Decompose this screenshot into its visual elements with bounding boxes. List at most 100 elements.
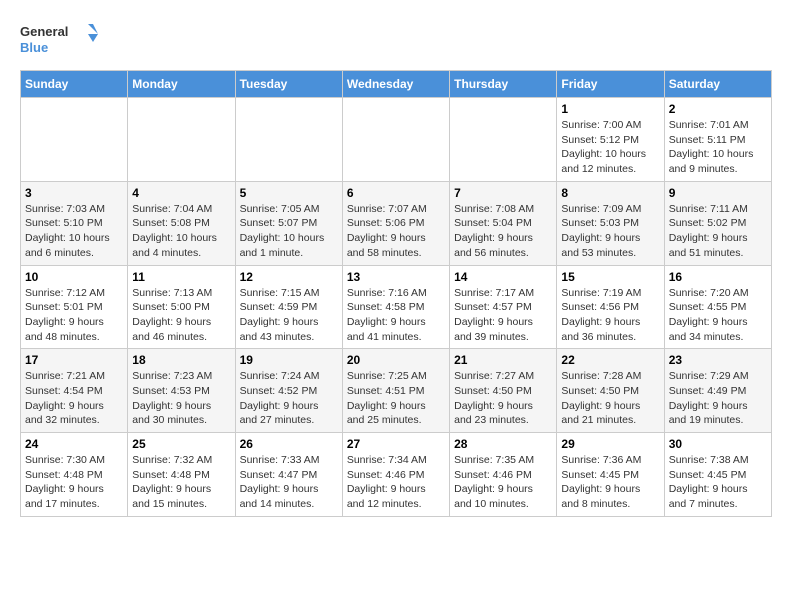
calendar-week-1: 1 Sunrise: 7:00 AM Sunset: 5:12 PM Daylig… (21, 98, 772, 182)
calendar-cell (342, 98, 449, 182)
page-header: General Blue (20, 20, 772, 60)
calendar-table: SundayMondayTuesdayWednesdayThursdayFrid… (20, 70, 772, 517)
calendar-week-2: 3 Sunrise: 7:03 AM Sunset: 5:10 PM Daylig… (21, 181, 772, 265)
calendar-cell: 18 Sunrise: 7:23 AM Sunset: 4:53 PM Dayli… (128, 349, 235, 433)
calendar-cell: 6 Sunrise: 7:07 AM Sunset: 5:06 PM Daylig… (342, 181, 449, 265)
day-number: 24 (25, 437, 123, 451)
day-number: 27 (347, 437, 445, 451)
calendar-cell: 28 Sunrise: 7:35 AM Sunset: 4:46 PM Dayli… (450, 433, 557, 517)
day-info: Sunrise: 7:20 AM Sunset: 4:55 PM Dayligh… (669, 286, 767, 345)
calendar-week-4: 17 Sunrise: 7:21 AM Sunset: 4:54 PM Dayli… (21, 349, 772, 433)
day-info: Sunrise: 7:07 AM Sunset: 5:06 PM Dayligh… (347, 202, 445, 261)
calendar-col-saturday: Saturday (664, 71, 771, 98)
logo-svg: General Blue (20, 20, 100, 60)
calendar-week-3: 10 Sunrise: 7:12 AM Sunset: 5:01 PM Dayli… (21, 265, 772, 349)
calendar-col-tuesday: Tuesday (235, 71, 342, 98)
day-number: 6 (347, 186, 445, 200)
day-info: Sunrise: 7:17 AM Sunset: 4:57 PM Dayligh… (454, 286, 552, 345)
calendar-cell: 29 Sunrise: 7:36 AM Sunset: 4:45 PM Dayli… (557, 433, 664, 517)
svg-text:Blue: Blue (20, 40, 48, 55)
day-number: 12 (240, 270, 338, 284)
calendar-cell: 19Sunrise: 7:24 AM Sunset: 4:52 PM Dayli… (235, 349, 342, 433)
day-info: Sunrise: 7:09 AM Sunset: 5:03 PM Dayligh… (561, 202, 659, 261)
calendar-cell: 9 Sunrise: 7:11 AM Sunset: 5:02 PM Daylig… (664, 181, 771, 265)
calendar-cell: 20 Sunrise: 7:25 AM Sunset: 4:51 PM Dayli… (342, 349, 449, 433)
day-number: 28 (454, 437, 552, 451)
calendar-cell (450, 98, 557, 182)
day-number: 26 (240, 437, 338, 451)
calendar-cell: 15 Sunrise: 7:19 AM Sunset: 4:56 PM Dayli… (557, 265, 664, 349)
calendar-cell: 13Sunrise: 7:16 AM Sunset: 4:58 PM Dayli… (342, 265, 449, 349)
day-number: 21 (454, 353, 552, 367)
day-info: Sunrise: 7:13 AM Sunset: 5:00 PM Dayligh… (132, 286, 230, 345)
calendar-cell: 26Sunrise: 7:33 AM Sunset: 4:47 PM Dayli… (235, 433, 342, 517)
day-number: 1 (561, 102, 659, 116)
day-info: Sunrise: 7:23 AM Sunset: 4:53 PM Dayligh… (132, 369, 230, 428)
day-number: 14 (454, 270, 552, 284)
calendar-cell (235, 98, 342, 182)
day-info: Sunrise: 7:21 AM Sunset: 4:54 PM Dayligh… (25, 369, 123, 428)
day-info: Sunrise: 7:25 AM Sunset: 4:51 PM Dayligh… (347, 369, 445, 428)
day-info: Sunrise: 7:28 AM Sunset: 4:50 PM Dayligh… (561, 369, 659, 428)
calendar-col-sunday: Sunday (21, 71, 128, 98)
calendar-cell: 23 Sunrise: 7:29 AM Sunset: 4:49 PM Dayli… (664, 349, 771, 433)
day-number: 29 (561, 437, 659, 451)
calendar-cell: 4 Sunrise: 7:04 AM Sunset: 5:08 PM Daylig… (128, 181, 235, 265)
day-number: 4 (132, 186, 230, 200)
calendar-cell: 16Sunrise: 7:20 AM Sunset: 4:55 PM Dayli… (664, 265, 771, 349)
calendar-col-thursday: Thursday (450, 71, 557, 98)
day-info: Sunrise: 7:34 AM Sunset: 4:46 PM Dayligh… (347, 453, 445, 512)
day-number: 7 (454, 186, 552, 200)
day-info: Sunrise: 7:27 AM Sunset: 4:50 PM Dayligh… (454, 369, 552, 428)
calendar-col-friday: Friday (557, 71, 664, 98)
day-number: 8 (561, 186, 659, 200)
calendar-col-wednesday: Wednesday (342, 71, 449, 98)
day-number: 15 (561, 270, 659, 284)
day-info: Sunrise: 7:03 AM Sunset: 5:10 PM Dayligh… (25, 202, 123, 261)
day-info: Sunrise: 7:36 AM Sunset: 4:45 PM Dayligh… (561, 453, 659, 512)
day-number: 25 (132, 437, 230, 451)
day-number: 13 (347, 270, 445, 284)
calendar-cell: 24 Sunrise: 7:30 AM Sunset: 4:48 PM Dayli… (21, 433, 128, 517)
calendar-cell: 17 Sunrise: 7:21 AM Sunset: 4:54 PM Dayli… (21, 349, 128, 433)
day-info: Sunrise: 7:38 AM Sunset: 4:45 PM Dayligh… (669, 453, 767, 512)
day-number: 22 (561, 353, 659, 367)
calendar-cell: 27 Sunrise: 7:34 AM Sunset: 4:46 PM Dayli… (342, 433, 449, 517)
day-number: 9 (669, 186, 767, 200)
calendar-week-5: 24 Sunrise: 7:30 AM Sunset: 4:48 PM Dayli… (21, 433, 772, 517)
calendar-col-monday: Monday (128, 71, 235, 98)
day-info: Sunrise: 7:24 AM Sunset: 4:52 PM Dayligh… (240, 369, 338, 428)
day-info: Sunrise: 7:12 AM Sunset: 5:01 PM Dayligh… (25, 286, 123, 345)
calendar-cell: 1 Sunrise: 7:00 AM Sunset: 5:12 PM Daylig… (557, 98, 664, 182)
day-info: Sunrise: 7:29 AM Sunset: 4:49 PM Dayligh… (669, 369, 767, 428)
day-info: Sunrise: 7:35 AM Sunset: 4:46 PM Dayligh… (454, 453, 552, 512)
day-info: Sunrise: 7:11 AM Sunset: 5:02 PM Dayligh… (669, 202, 767, 261)
day-info: Sunrise: 7:00 AM Sunset: 5:12 PM Dayligh… (561, 118, 659, 177)
calendar-cell: 21 Sunrise: 7:27 AM Sunset: 4:50 PM Dayli… (450, 349, 557, 433)
calendar-cell (128, 98, 235, 182)
day-number: 10 (25, 270, 123, 284)
day-number: 3 (25, 186, 123, 200)
logo: General Blue (20, 20, 100, 60)
day-info: Sunrise: 7:32 AM Sunset: 4:48 PM Dayligh… (132, 453, 230, 512)
day-number: 20 (347, 353, 445, 367)
calendar-header-row: SundayMondayTuesdayWednesdayThursdayFrid… (21, 71, 772, 98)
calendar-cell: 5Sunrise: 7:05 AM Sunset: 5:07 PM Daylig… (235, 181, 342, 265)
day-info: Sunrise: 7:19 AM Sunset: 4:56 PM Dayligh… (561, 286, 659, 345)
calendar-cell: 25 Sunrise: 7:32 AM Sunset: 4:48 PM Dayli… (128, 433, 235, 517)
calendar-cell: 3 Sunrise: 7:03 AM Sunset: 5:10 PM Daylig… (21, 181, 128, 265)
day-number: 2 (669, 102, 767, 116)
day-number: 11 (132, 270, 230, 284)
day-info: Sunrise: 7:01 AM Sunset: 5:11 PM Dayligh… (669, 118, 767, 177)
day-info: Sunrise: 7:04 AM Sunset: 5:08 PM Dayligh… (132, 202, 230, 261)
calendar-cell: 14 Sunrise: 7:17 AM Sunset: 4:57 PM Dayli… (450, 265, 557, 349)
day-number: 30 (669, 437, 767, 451)
day-number: 17 (25, 353, 123, 367)
day-number: 18 (132, 353, 230, 367)
day-info: Sunrise: 7:08 AM Sunset: 5:04 PM Dayligh… (454, 202, 552, 261)
calendar-cell (21, 98, 128, 182)
svg-text:General: General (20, 24, 68, 39)
day-number: 23 (669, 353, 767, 367)
calendar-cell: 10 Sunrise: 7:12 AM Sunset: 5:01 PM Dayli… (21, 265, 128, 349)
day-info: Sunrise: 7:30 AM Sunset: 4:48 PM Dayligh… (25, 453, 123, 512)
